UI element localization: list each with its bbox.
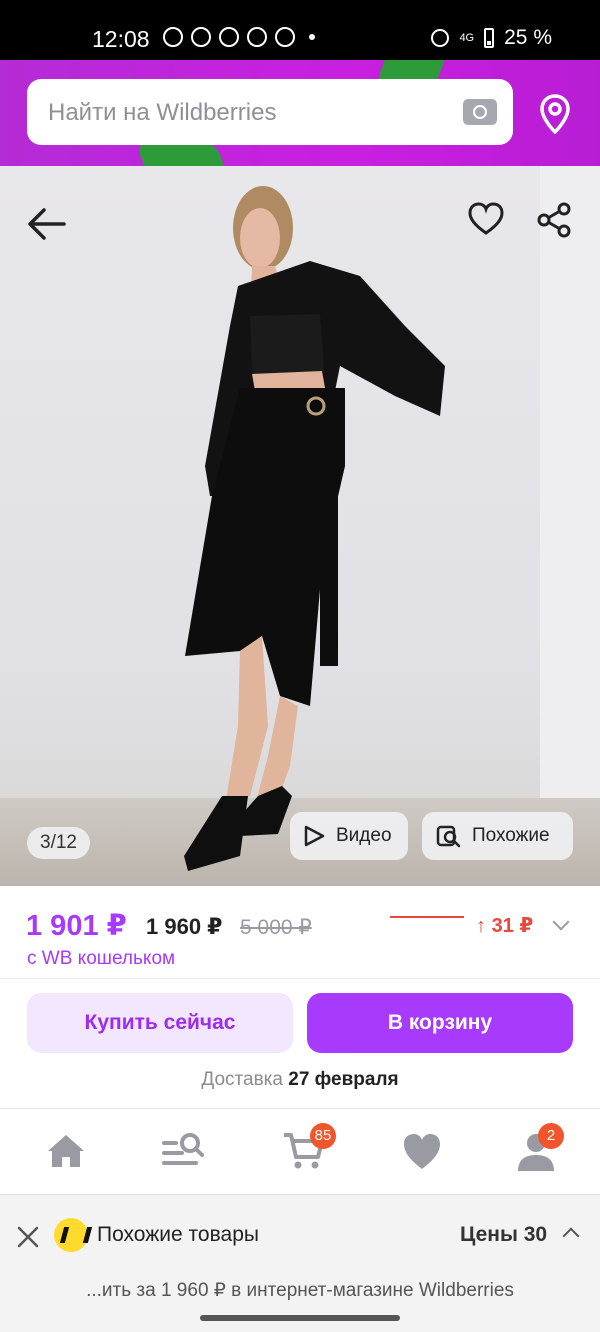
- prices-button[interactable]: Цены 30: [460, 1223, 547, 1247]
- yandex-market-logo: [54, 1218, 88, 1252]
- cart-badge: 85: [310, 1123, 336, 1149]
- purchase-actions: Купить сейчас В корзину Доставка 27 февр…: [0, 978, 600, 1108]
- notification-icons: [163, 27, 315, 47]
- similar-label: Похожие: [472, 825, 550, 846]
- regular-price: 1 960 ₽: [146, 914, 223, 939]
- price-trend[interactable]: ↑ 31 ₽: [476, 913, 533, 938]
- location-pin-icon[interactable]: [540, 94, 570, 134]
- video-label: Видео: [336, 825, 392, 846]
- profile-tab[interactable]: 2: [516, 1123, 564, 1171]
- prices-label: Цены: [460, 1223, 518, 1246]
- battery-level: 25 %: [504, 26, 552, 49]
- system-status: 4G 25 %: [431, 26, 552, 50]
- similar-products-panel: Похожие товары Цены 30 ...ить за 1 960 ₽…: [0, 1194, 600, 1332]
- catalog-search-icon[interactable]: [160, 1131, 204, 1171]
- similar-button[interactable]: Похожие: [422, 812, 573, 860]
- video-button[interactable]: Видео: [290, 812, 408, 860]
- product-photo: [184, 186, 445, 871]
- gallery-counter: 3/12: [27, 827, 90, 859]
- add-to-cart-button[interactable]: В корзину: [307, 993, 573, 1053]
- price-trend-line: [390, 916, 464, 918]
- viber-icon: [275, 27, 295, 47]
- alarm-icon: [431, 29, 450, 47]
- chevron-up-icon[interactable]: [562, 1227, 580, 1245]
- back-arrow-icon[interactable]: [26, 204, 68, 244]
- wallet-price: 1 901 ₽: [26, 910, 127, 942]
- bottom-navigation: 85 2: [0, 1108, 600, 1194]
- more-notifications-icon: [309, 34, 315, 40]
- tiktok-icon: [247, 27, 267, 47]
- favorite-heart-icon[interactable]: [468, 202, 504, 236]
- home-indicator[interactable]: [200, 1315, 400, 1321]
- decoration-gift: [135, 144, 225, 166]
- delivery-date: 27 февраля: [288, 1069, 399, 1090]
- telegram-icon: [191, 27, 211, 47]
- whatsapp-icon: [163, 27, 183, 47]
- play-icon: [304, 825, 325, 847]
- status-bar: 12:08 4G 25 %: [0, 0, 600, 60]
- home-icon[interactable]: [44, 1131, 88, 1171]
- camera-icon[interactable]: [463, 99, 497, 125]
- heart-app-icon: [219, 27, 239, 47]
- close-icon[interactable]: [16, 1225, 40, 1249]
- delivery-label: Доставка: [201, 1069, 283, 1090]
- profile-badge: 2: [538, 1123, 564, 1149]
- panel-subtitle: ...ить за 1 960 ₽ в интернет-магазине Wi…: [86, 1280, 514, 1301]
- search-placeholder: Найти на Wildberries: [48, 99, 277, 126]
- arrow-up-icon: ↑: [476, 915, 492, 937]
- app-header: Найти на Wildberries: [0, 60, 600, 166]
- favorites-icon[interactable]: [400, 1131, 444, 1171]
- delivery-info: Доставка 27 февраля: [0, 1069, 600, 1091]
- battery-icon: [484, 28, 495, 48]
- similar-search-icon: [436, 825, 461, 848]
- search-input[interactable]: Найти на Wildberries: [27, 79, 513, 145]
- network-label: 4G: [459, 32, 475, 44]
- panel-title[interactable]: Похожие товары: [97, 1223, 259, 1247]
- old-price: 5 000 ₽: [240, 916, 312, 939]
- share-icon[interactable]: [536, 202, 572, 238]
- buy-now-button[interactable]: Купить сейчас: [27, 993, 293, 1053]
- wallet-note[interactable]: с WB кошельком: [27, 948, 175, 970]
- prices-count: 30: [523, 1223, 548, 1246]
- product-gallery[interactable]: 3/12 Видео Похожие: [0, 166, 600, 886]
- price-trend-value: 31 ₽: [491, 915, 534, 937]
- price-block: 1 901 ₽ 1 960 ₽ 5 000 ₽ с WB кошельком ↑…: [0, 886, 600, 978]
- chevron-down-icon[interactable]: [552, 913, 570, 931]
- cart-tab[interactable]: 85: [282, 1123, 336, 1171]
- status-time: 12:08: [92, 26, 150, 52]
